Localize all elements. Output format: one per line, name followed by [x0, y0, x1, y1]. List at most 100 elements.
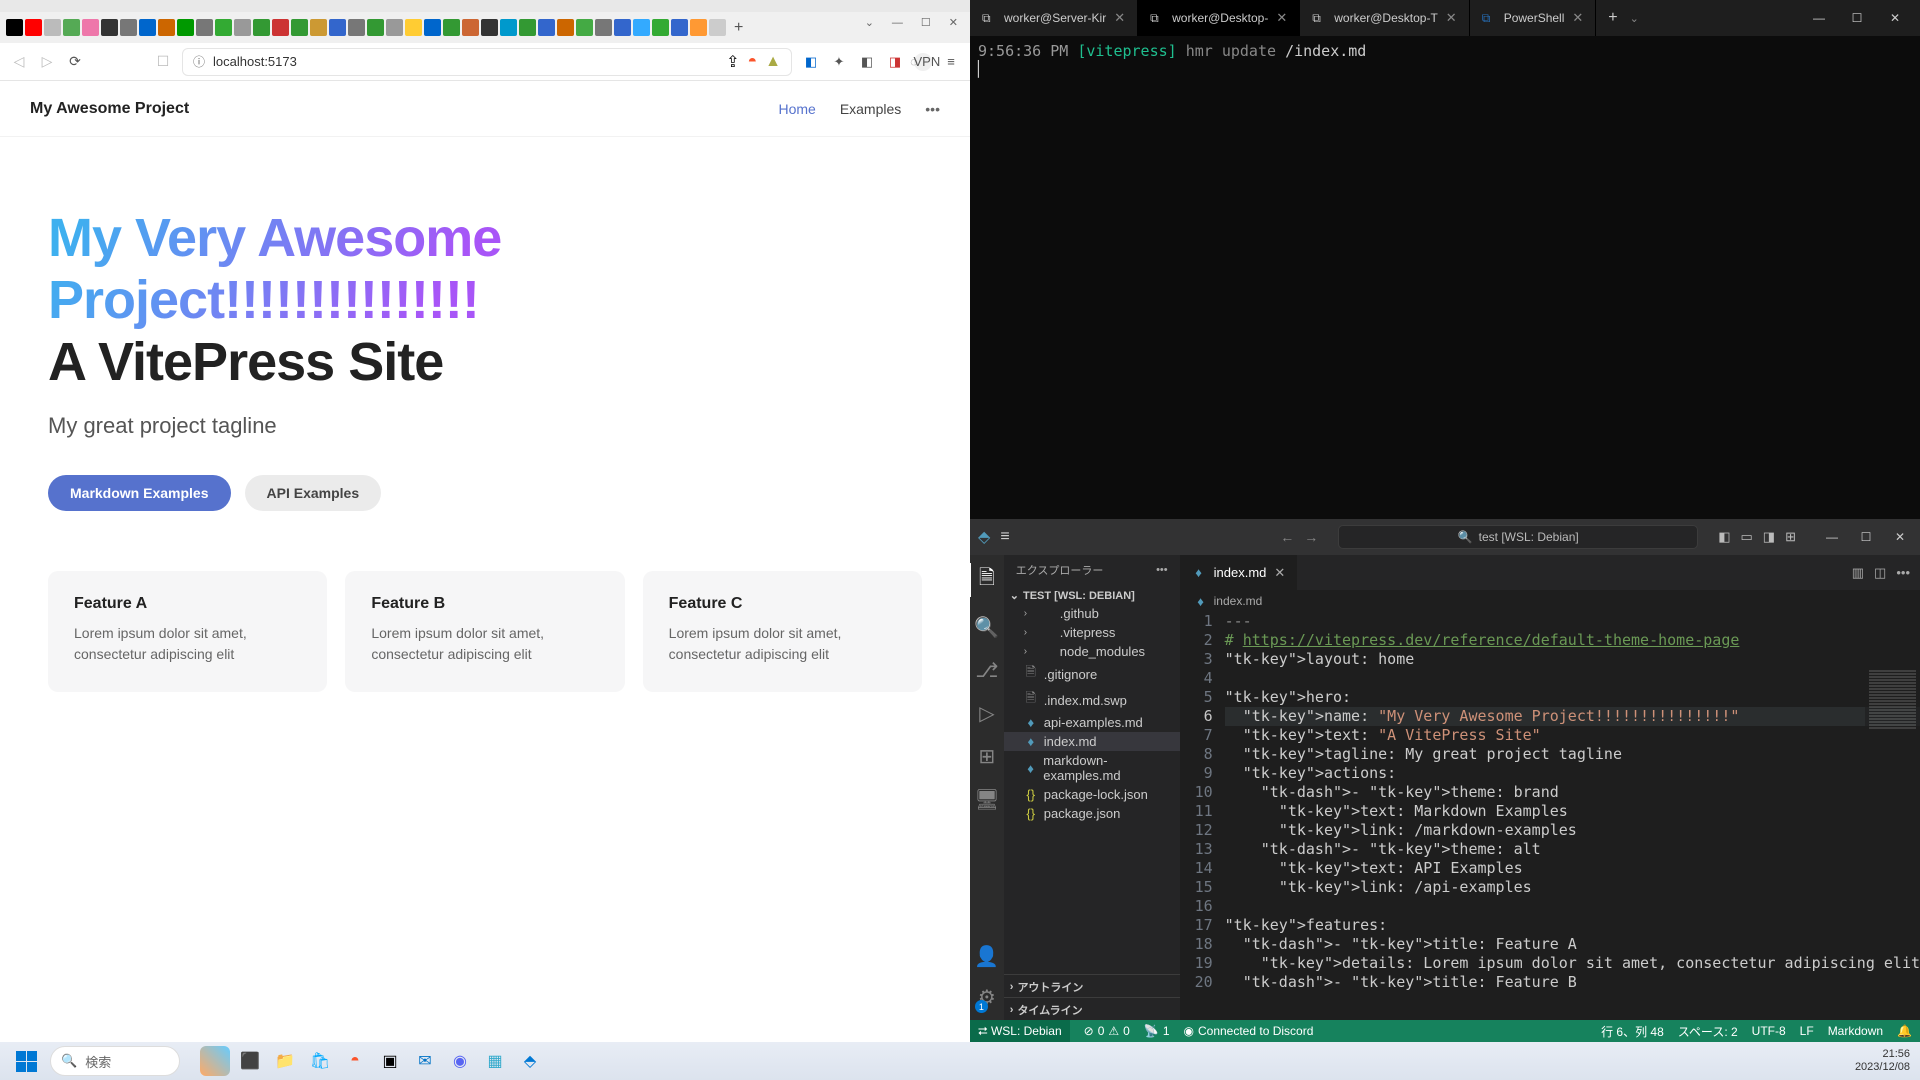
- maximize-button[interactable]: ☐: [921, 16, 931, 29]
- ext-puzzle-icon[interactable]: ✦: [830, 53, 848, 71]
- tree-item[interactable]: ♦markdown-examples.md: [1004, 751, 1180, 785]
- nav-forward-icon[interactable]: →: [1304, 529, 1318, 545]
- url-input[interactable]: [213, 54, 718, 69]
- eol[interactable]: LF: [1800, 1023, 1814, 1040]
- vpn-badge[interactable]: ◌ VPN: [914, 53, 932, 71]
- account-icon[interactable]: 👤: [974, 944, 999, 969]
- minimize-button[interactable]: —: [1820, 530, 1844, 544]
- hamburger-menu[interactable]: ≡: [942, 53, 960, 71]
- close-icon[interactable]: ✕: [1276, 10, 1287, 26]
- search-icon[interactable]: 🔍: [974, 615, 999, 640]
- close-icon[interactable]: ✕: [1274, 565, 1285, 581]
- source-control-icon[interactable]: ⎇: [975, 658, 998, 683]
- ports-indicator[interactable]: 📡1: [1144, 1024, 1170, 1038]
- action-markdown-examples[interactable]: Markdown Examples: [48, 475, 231, 511]
- tree-item[interactable]: ♦index.md: [1004, 732, 1180, 751]
- action-api-examples[interactable]: API Examples: [245, 475, 382, 511]
- task-app-icon[interactable]: [200, 1046, 230, 1076]
- dropdown-icon[interactable]: ⌄: [865, 16, 874, 29]
- tree-item[interactable]: ›.vitepress: [1004, 623, 1180, 642]
- more-icon[interactable]: •••: [1896, 565, 1910, 580]
- close-button[interactable]: ✕: [949, 16, 958, 29]
- cursor-position[interactable]: 行 6、列 48: [1601, 1023, 1664, 1040]
- tree-item[interactable]: {}package-lock.json: [1004, 785, 1180, 804]
- maximize-button[interactable]: ☐: [1854, 530, 1878, 544]
- file-explorer-icon[interactable]: 📁: [270, 1046, 300, 1076]
- nav-back-icon[interactable]: ←: [1280, 529, 1294, 545]
- layout-icon[interactable]: ⊞: [1785, 529, 1796, 545]
- extensions-icon[interactable]: ⊞: [979, 744, 996, 769]
- editor-tab[interactable]: ♦ index.md ✕: [1180, 555, 1299, 590]
- new-terminal-tab[interactable]: +: [1596, 9, 1629, 27]
- ext-icon-1[interactable]: ◧: [802, 53, 820, 71]
- site-brand[interactable]: My Awesome Project: [30, 100, 189, 118]
- nav-link-home[interactable]: Home: [778, 101, 815, 117]
- discord-icon[interactable]: ◉: [445, 1046, 475, 1076]
- address-bar[interactable]: ⓘ ⇪ ◓ ▲: [182, 48, 792, 76]
- menu-button[interactable]: ≡: [1000, 528, 1009, 546]
- outlook-icon[interactable]: ✉: [410, 1046, 440, 1076]
- minimize-button[interactable]: —: [1804, 11, 1834, 25]
- outline-section[interactable]: ›アウトライン: [1004, 974, 1180, 997]
- terminal-tab[interactable]: ⧉worker@Desktop-✕: [1138, 0, 1300, 36]
- nav-more-icon[interactable]: •••: [925, 101, 940, 117]
- terminal-icon[interactable]: ▣: [375, 1046, 405, 1076]
- bookmark-icon[interactable]: ☐: [154, 53, 172, 70]
- timeline-section[interactable]: ›タイムライン: [1004, 997, 1180, 1020]
- task-app-icon[interactable]: ⬛: [235, 1046, 265, 1076]
- breadcrumb[interactable]: ♦ index.md: [1180, 590, 1920, 612]
- remote-indicator[interactable]: ⮂ WSL: Debian: [970, 1020, 1070, 1042]
- close-icon[interactable]: ✕: [1572, 10, 1583, 26]
- site-info-icon[interactable]: ⓘ: [193, 53, 205, 70]
- close-icon[interactable]: ✕: [1446, 10, 1457, 26]
- split-icon[interactable]: ◫: [1874, 565, 1886, 581]
- minimize-button[interactable]: —: [892, 17, 903, 29]
- workspace-title[interactable]: ⌄TEST [WSL: DEBIAN]: [1004, 587, 1180, 604]
- code-editor[interactable]: 1234567891011121314151617181920 ---# htt…: [1180, 612, 1920, 1020]
- clock[interactable]: 21:56 2023/12/08: [1855, 1048, 1910, 1074]
- settings-icon[interactable]: ⚙1: [978, 985, 996, 1010]
- vscode-icon[interactable]: ⬘: [515, 1046, 545, 1076]
- back-button[interactable]: ◁: [10, 53, 28, 70]
- minimap[interactable]: [1865, 669, 1920, 869]
- brave-icon[interactable]: ◓: [340, 1046, 370, 1076]
- remote-explorer-icon[interactable]: 🖥: [974, 787, 999, 812]
- discord-status[interactable]: ◉Connected to Discord: [1184, 1024, 1314, 1038]
- terminal-tab[interactable]: ⧉PowerShell✕: [1470, 0, 1597, 36]
- tree-item[interactable]: 🗎.index.md.swp: [1004, 687, 1180, 713]
- close-button[interactable]: ✕: [1888, 530, 1912, 544]
- more-icon[interactable]: •••: [1156, 564, 1168, 576]
- debug-icon[interactable]: ▷: [979, 701, 994, 726]
- tree-item[interactable]: ›node_modules: [1004, 642, 1180, 661]
- wallet-icon[interactable]: ◨: [886, 53, 904, 71]
- terminal-output[interactable]: 9:56:36 PM [vitepress] hmr update /index…: [970, 36, 1920, 519]
- layout-icon[interactable]: ▭: [1741, 529, 1753, 545]
- maximize-button[interactable]: ☐: [1842, 11, 1872, 25]
- tree-item[interactable]: ♦api-examples.md: [1004, 713, 1180, 732]
- brave-shield-icon[interactable]: ◓: [747, 53, 757, 71]
- taskbar-search[interactable]: 🔍 検索: [50, 1046, 180, 1076]
- brave-rewards-icon[interactable]: ▲: [765, 53, 781, 71]
- tab-dropdown-icon[interactable]: ⌄: [1630, 12, 1639, 25]
- explorer-icon[interactable]: 🗎: [970, 563, 1003, 597]
- ext-panel-icon[interactable]: ◧: [858, 53, 876, 71]
- forward-button[interactable]: ▷: [38, 53, 56, 70]
- new-tab-button[interactable]: +: [734, 19, 743, 37]
- close-icon[interactable]: ✕: [1114, 10, 1125, 26]
- tree-item[interactable]: 🗎.gitignore: [1004, 661, 1180, 687]
- share-icon[interactable]: ⇪: [726, 52, 739, 72]
- app-icon[interactable]: ▦: [480, 1046, 510, 1076]
- reload-button[interactable]: ⟳: [66, 53, 84, 70]
- language-mode[interactable]: Markdown: [1828, 1023, 1883, 1040]
- indentation[interactable]: スペース: 2: [1678, 1023, 1738, 1040]
- command-center[interactable]: 🔍 test [WSL: Debian]: [1338, 525, 1698, 549]
- encoding[interactable]: UTF-8: [1752, 1023, 1786, 1040]
- close-button[interactable]: ✕: [1880, 11, 1910, 25]
- preview-icon[interactable]: ▥: [1852, 565, 1864, 581]
- layout-icon[interactable]: ◨: [1763, 529, 1775, 545]
- notifications-icon[interactable]: 🔔: [1897, 1023, 1912, 1040]
- tree-item[interactable]: ›.github: [1004, 604, 1180, 623]
- code-lines[interactable]: ---# https://vitepress.dev/reference/def…: [1225, 612, 1920, 1020]
- tree-item[interactable]: {}package.json: [1004, 804, 1180, 823]
- nav-link-examples[interactable]: Examples: [840, 101, 901, 117]
